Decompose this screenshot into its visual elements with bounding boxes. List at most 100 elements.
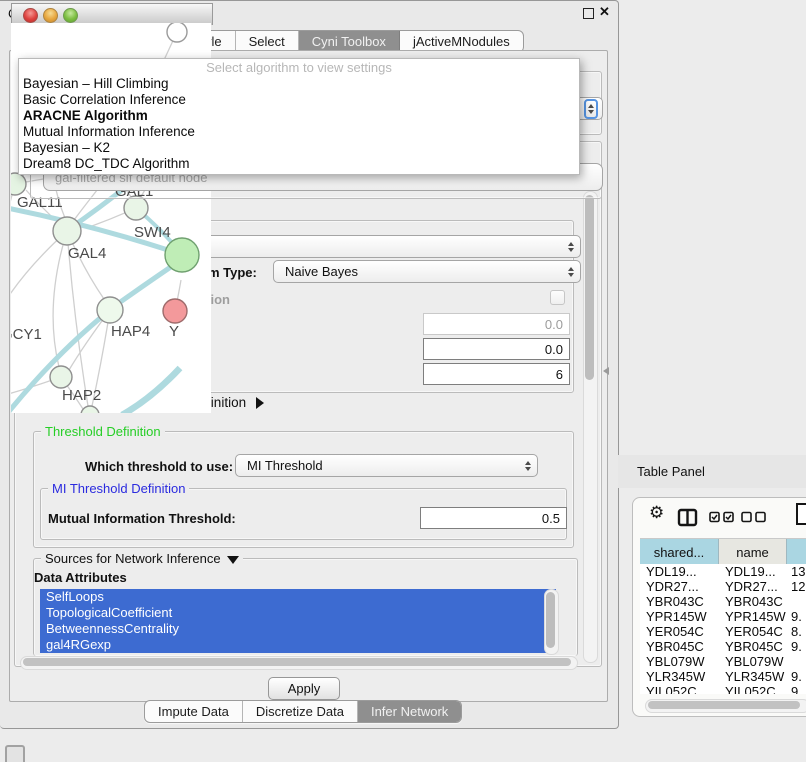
deselect-all-icon[interactable] <box>741 511 767 523</box>
tab-impute-data[interactable]: Impute Data <box>145 701 243 722</box>
table-cell <box>787 654 806 669</box>
table-cell: 9. <box>787 684 806 694</box>
document-icon[interactable] <box>795 502 806 526</box>
table-row[interactable]: YIL052CYIL052C9. <box>640 684 806 694</box>
combo-spinner-icon <box>568 267 574 277</box>
dpi-tolerance-value: 0.0 <box>545 342 563 357</box>
split-pane-icon[interactable] <box>677 507 698 528</box>
algorithm-option[interactable]: Mutual Information Inference <box>19 124 579 140</box>
table-cell <box>787 594 806 609</box>
network-node[interactable] <box>165 238 199 272</box>
select-all-icon[interactable] <box>709 511 735 523</box>
combo-spinner-icon <box>584 99 598 119</box>
table-column-header[interactable]: name <box>719 539 787 565</box>
network-node[interactable] <box>167 23 187 42</box>
table-hscrollbar-track[interactable] <box>645 699 806 713</box>
tab-label: Discretize Data <box>256 704 344 719</box>
float-window-icon[interactable] <box>583 8 594 19</box>
table-cell: YBR045C <box>640 639 719 654</box>
mi-steps-field[interactable]: 6 <box>423 363 570 385</box>
tab-label: Select <box>249 34 285 49</box>
panel-corner-icon[interactable] <box>5 745 25 762</box>
data-attribute-item[interactable]: TopologicalCoefficient <box>40 605 556 621</box>
settings-scrollbar-track[interactable] <box>583 191 598 663</box>
data-attributes-list[interactable]: SelfLoopsTopologicalCoefficientBetweenne… <box>40 589 556 653</box>
apply-button[interactable]: Apply <box>268 677 340 700</box>
table-cell: YBR045C <box>719 639 787 654</box>
network-node-label: GAL4 <box>68 245 106 262</box>
table-row[interactable]: YPR145WYPR145W9. <box>640 609 806 624</box>
tab-cyni-toolbox[interactable]: Cyni Toolbox <box>299 31 400 52</box>
table-row[interactable]: YDR27...YDR27...12 <box>640 579 806 594</box>
tab-discretize-data[interactable]: Discretize Data <box>243 701 358 722</box>
data-attribute-item[interactable]: BetweennessCentrality <box>40 621 556 637</box>
table-row[interactable]: YBR043CYBR043C <box>640 594 806 609</box>
manual-kernel-checkbox[interactable] <box>550 290 565 305</box>
table-row[interactable]: YER054CYER054C8. <box>640 624 806 639</box>
table-cell: YBL079W <box>640 654 719 669</box>
which-threshold-label: Which threshold to use: <box>85 459 233 474</box>
tab-infer-network[interactable]: Infer Network <box>358 701 461 722</box>
network-node[interactable] <box>50 366 72 388</box>
network-node[interactable] <box>97 297 123 323</box>
mi-threshold-label: Mutual Information Threshold: <box>48 511 236 526</box>
app-root: Control Panel ✕ Network Style <box>0 0 806 762</box>
network-edge-highlighted[interactable] <box>122 368 180 413</box>
tab-label: Infer Network <box>371 704 448 719</box>
algorithm-option[interactable]: Basic Correlation Inference <box>19 92 579 108</box>
network-node-label: Y <box>169 323 179 340</box>
splitter-handle[interactable] <box>603 367 609 375</box>
table-cell: YIL052C <box>719 684 787 694</box>
algorithm-option[interactable]: Bayesian – Hill Climbing <box>19 76 579 92</box>
data-attribute-item[interactable]: SelfLoops <box>40 589 556 605</box>
table-cell: YDR27... <box>719 579 787 594</box>
table-cell: YPR145W <box>640 609 719 624</box>
algorithm-option[interactable]: Dream8 DC_TDC Algorithm <box>19 156 579 172</box>
settings-scrollbar-thumb[interactable] <box>585 195 594 380</box>
table-row[interactable]: YBR045CYBR045C9. <box>640 639 806 654</box>
tab-jactivemnodules[interactable]: jActiveMNodules <box>400 31 523 52</box>
settings-hscrollbar-track[interactable] <box>20 656 578 670</box>
kernel-width-field[interactable]: 0.0 <box>423 313 570 335</box>
zoom-window-icon[interactable] <box>63 8 78 23</box>
attr-list-scrollbar-track[interactable] <box>544 589 559 655</box>
table-row[interactable]: YDL19...YDL19...13 <box>640 564 806 579</box>
minimize-window-icon[interactable] <box>43 8 58 23</box>
tab-select[interactable]: Select <box>236 31 299 52</box>
algorithm-option[interactable]: ARACNE Algorithm <box>19 108 579 124</box>
network-node-label: HAP2 <box>62 387 101 404</box>
dropdown-items: Bayesian – Hill ClimbingBasic Correlatio… <box>19 76 579 172</box>
settings-hscrollbar-thumb[interactable] <box>23 658 571 666</box>
apply-button-label: Apply <box>288 681 321 696</box>
network-node[interactable] <box>53 217 81 245</box>
data-attribute-item[interactable]: gal4RGexp <box>40 637 556 653</box>
table-row[interactable]: YBL079WYBL079W <box>640 654 806 669</box>
table-panel: ⚙ shared...name YDL19...YDL19...13YDR27.… <box>632 497 806 717</box>
mi-type-combo[interactable]: Naive Bayes <box>273 260 581 283</box>
table-cell: YLR345W <box>640 669 719 684</box>
network-node[interactable] <box>81 406 99 413</box>
close-icon[interactable]: ✕ <box>599 4 610 20</box>
table-column-header[interactable]: shared... <box>640 539 719 565</box>
close-window-icon[interactable] <box>23 8 38 23</box>
table-cell: YER054C <box>640 624 719 639</box>
dpi-tolerance-field[interactable]: 0.0 <box>423 338 570 360</box>
network-node[interactable] <box>11 173 26 195</box>
network-node[interactable] <box>163 299 187 323</box>
mi-type-value: Naive Bayes <box>285 264 358 279</box>
attr-list-scrollbar-thumb[interactable] <box>546 592 555 648</box>
mi-threshold-field[interactable]: 0.5 <box>420 507 567 529</box>
gear-icon[interactable]: ⚙ <box>649 503 664 523</box>
table-cell: 9. <box>787 609 806 624</box>
sources-title[interactable]: Sources for Network Inference <box>41 551 243 566</box>
table-hscrollbar-thumb[interactable] <box>648 701 800 709</box>
algorithm-option[interactable]: Bayesian – K2 <box>19 140 579 156</box>
table-panel-title: Table Panel <box>637 464 705 479</box>
which-threshold-combo[interactable]: MI Threshold <box>235 454 538 477</box>
table-row[interactable]: YLR345WYLR345W9. <box>640 669 806 684</box>
table-column-header[interactable] <box>787 539 806 565</box>
table-cell: 13 <box>787 564 806 579</box>
threshold-definition-title: Threshold Definition <box>41 424 165 439</box>
table-cell: 12 <box>787 579 806 594</box>
network-window-titlebar[interactable] <box>11 3 213 25</box>
